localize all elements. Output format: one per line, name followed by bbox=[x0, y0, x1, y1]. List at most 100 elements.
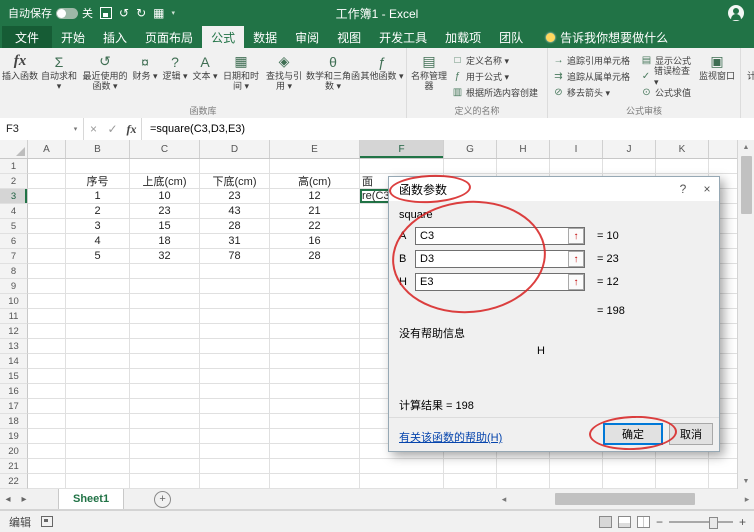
error-checking[interactable]: ✓ 错误检查 ▾ bbox=[638, 66, 696, 87]
cell-C21[interactable] bbox=[130, 459, 200, 474]
cell-E3[interactable]: 12 bbox=[270, 189, 360, 204]
cell-I1[interactable] bbox=[550, 159, 603, 174]
cell-H21[interactable] bbox=[497, 459, 550, 474]
sheet-nav-left-icon[interactable]: ◂ bbox=[0, 494, 16, 505]
tab-file[interactable]: 文件 bbox=[2, 26, 53, 48]
cell-D16[interactable] bbox=[200, 384, 270, 399]
name-box[interactable]: F3 bbox=[0, 118, 68, 140]
remove-arrows[interactable]: ⊘ 移去箭头 ▾ bbox=[550, 84, 638, 100]
cell-C22[interactable] bbox=[130, 474, 200, 489]
cell-E12[interactable] bbox=[270, 324, 360, 339]
cell-C11[interactable] bbox=[130, 309, 200, 324]
col-header-A[interactable]: A bbox=[28, 140, 66, 158]
col-header-I[interactable]: I bbox=[550, 140, 603, 158]
row-header-21[interactable]: 21 bbox=[0, 459, 28, 474]
cell-J21[interactable] bbox=[603, 459, 656, 474]
math-trig[interactable]: θ 数学和三角函数 ▾ bbox=[306, 49, 360, 101]
insert-function-fx-icon[interactable]: fx bbox=[122, 118, 142, 140]
row-header-4[interactable]: 4 bbox=[0, 204, 28, 219]
cell-A5[interactable] bbox=[28, 219, 66, 234]
cell-C12[interactable] bbox=[130, 324, 200, 339]
tab-view[interactable]: 视图 bbox=[328, 26, 370, 48]
evaluate-formula[interactable]: ⊙ 公式求值 bbox=[638, 84, 696, 100]
cell-D12[interactable] bbox=[200, 324, 270, 339]
dialog-help-icon[interactable]: ? bbox=[671, 178, 695, 200]
cell-A14[interactable] bbox=[28, 354, 66, 369]
row-header-10[interactable]: 10 bbox=[0, 294, 28, 309]
cell-C3[interactable]: 10 bbox=[130, 189, 200, 204]
cell-E4[interactable]: 21 bbox=[270, 204, 360, 219]
enter-entry-icon[interactable]: ✓ bbox=[103, 118, 122, 140]
range-selector-icon-H[interactable]: ↑ bbox=[568, 274, 584, 290]
redo-icon[interactable]: ↻ bbox=[136, 7, 146, 19]
param-input-A[interactable]: C3 ↑ bbox=[415, 227, 585, 245]
view-normal-icon[interactable] bbox=[598, 515, 612, 528]
col-header-E[interactable]: E bbox=[270, 140, 360, 158]
row-header-12[interactable]: 12 bbox=[0, 324, 28, 339]
col-header-H[interactable]: H bbox=[497, 140, 550, 158]
cell-A9[interactable] bbox=[28, 279, 66, 294]
trace-dependents[interactable]: ⇉ 追踪从属单元格 bbox=[550, 68, 638, 84]
cell-B12[interactable] bbox=[66, 324, 130, 339]
trace-precedents[interactable]: → 追踪引用单元格 bbox=[550, 52, 638, 68]
row-header-11[interactable]: 11 bbox=[0, 309, 28, 324]
param-input-B[interactable]: D3 ↑ bbox=[415, 250, 585, 268]
view-page-break-icon[interactable] bbox=[636, 515, 650, 528]
vertical-scrollbar[interactable]: ▲ ▼ bbox=[737, 140, 754, 489]
account-icon[interactable] bbox=[728, 5, 744, 21]
tab-data[interactable]: 数据 bbox=[244, 26, 286, 48]
recent-functions[interactable]: ↺ 最近使用的函数 ▾ bbox=[80, 49, 130, 101]
cell-B6[interactable]: 4 bbox=[66, 234, 130, 249]
cell-E6[interactable]: 16 bbox=[270, 234, 360, 249]
cell-B16[interactable] bbox=[66, 384, 130, 399]
cell-D15[interactable] bbox=[200, 369, 270, 384]
col-header-J[interactable]: J bbox=[603, 140, 656, 158]
cell-D8[interactable] bbox=[200, 264, 270, 279]
row-header-7[interactable]: 7 bbox=[0, 249, 28, 264]
cell-C17[interactable] bbox=[130, 399, 200, 414]
cell-G22[interactable] bbox=[444, 474, 497, 489]
use-in-formula[interactable]: ƒ 用于公式 ▾ bbox=[449, 68, 545, 84]
cell-B4[interactable]: 2 bbox=[66, 204, 130, 219]
col-header-D[interactable]: D bbox=[200, 140, 270, 158]
cell-C10[interactable] bbox=[130, 294, 200, 309]
cell-D21[interactable] bbox=[200, 459, 270, 474]
more-functions[interactable]: ƒ 其他函数 ▾ bbox=[360, 49, 404, 101]
insert-function[interactable]: fx 插入函数 bbox=[2, 49, 38, 101]
cell-D13[interactable] bbox=[200, 339, 270, 354]
cell-B10[interactable] bbox=[66, 294, 130, 309]
calc-options[interactable]: ▦ 计算选项 bbox=[743, 49, 754, 101]
cell-D7[interactable]: 78 bbox=[200, 249, 270, 264]
cell-D1[interactable] bbox=[200, 159, 270, 174]
horizontal-scroll-thumb[interactable] bbox=[555, 493, 695, 505]
cell-E16[interactable] bbox=[270, 384, 360, 399]
col-header-K[interactable]: K bbox=[656, 140, 709, 158]
cell-B21[interactable] bbox=[66, 459, 130, 474]
sheet-tab-sheet1[interactable]: Sheet1 bbox=[58, 489, 125, 509]
cell-E7[interactable]: 28 bbox=[270, 249, 360, 264]
col-header-F[interactable]: F bbox=[360, 140, 444, 158]
cell-D18[interactable] bbox=[200, 414, 270, 429]
cell-A7[interactable] bbox=[28, 249, 66, 264]
row-header-17[interactable]: 17 bbox=[0, 399, 28, 414]
add-sheet-icon[interactable]: + bbox=[154, 490, 172, 508]
cell-C18[interactable] bbox=[130, 414, 200, 429]
text-fn[interactable]: A 文本 ▾ bbox=[190, 49, 220, 101]
logical[interactable]: ? 逻辑 ▾ bbox=[160, 49, 190, 101]
cell-A8[interactable] bbox=[28, 264, 66, 279]
cell-A16[interactable] bbox=[28, 384, 66, 399]
cell-E8[interactable] bbox=[270, 264, 360, 279]
cell-C7[interactable]: 32 bbox=[130, 249, 200, 264]
row-header-5[interactable]: 5 bbox=[0, 219, 28, 234]
row-header-6[interactable]: 6 bbox=[0, 234, 28, 249]
watch-window[interactable]: ▣ 监视窗口 bbox=[696, 49, 738, 101]
hscroll-right-icon[interactable]: ▸ bbox=[740, 494, 754, 505]
cell-K1[interactable] bbox=[656, 159, 709, 174]
cell-I21[interactable] bbox=[550, 459, 603, 474]
row-header-22[interactable]: 22 bbox=[0, 474, 28, 489]
row-header-19[interactable]: 19 bbox=[0, 429, 28, 444]
vertical-scroll-track[interactable] bbox=[738, 155, 754, 474]
cell-E13[interactable] bbox=[270, 339, 360, 354]
lookup-reference[interactable]: ◈ 查找与引用 ▾ bbox=[262, 49, 306, 101]
dialog-title-bar[interactable]: 函数参数 ? × bbox=[389, 177, 719, 201]
